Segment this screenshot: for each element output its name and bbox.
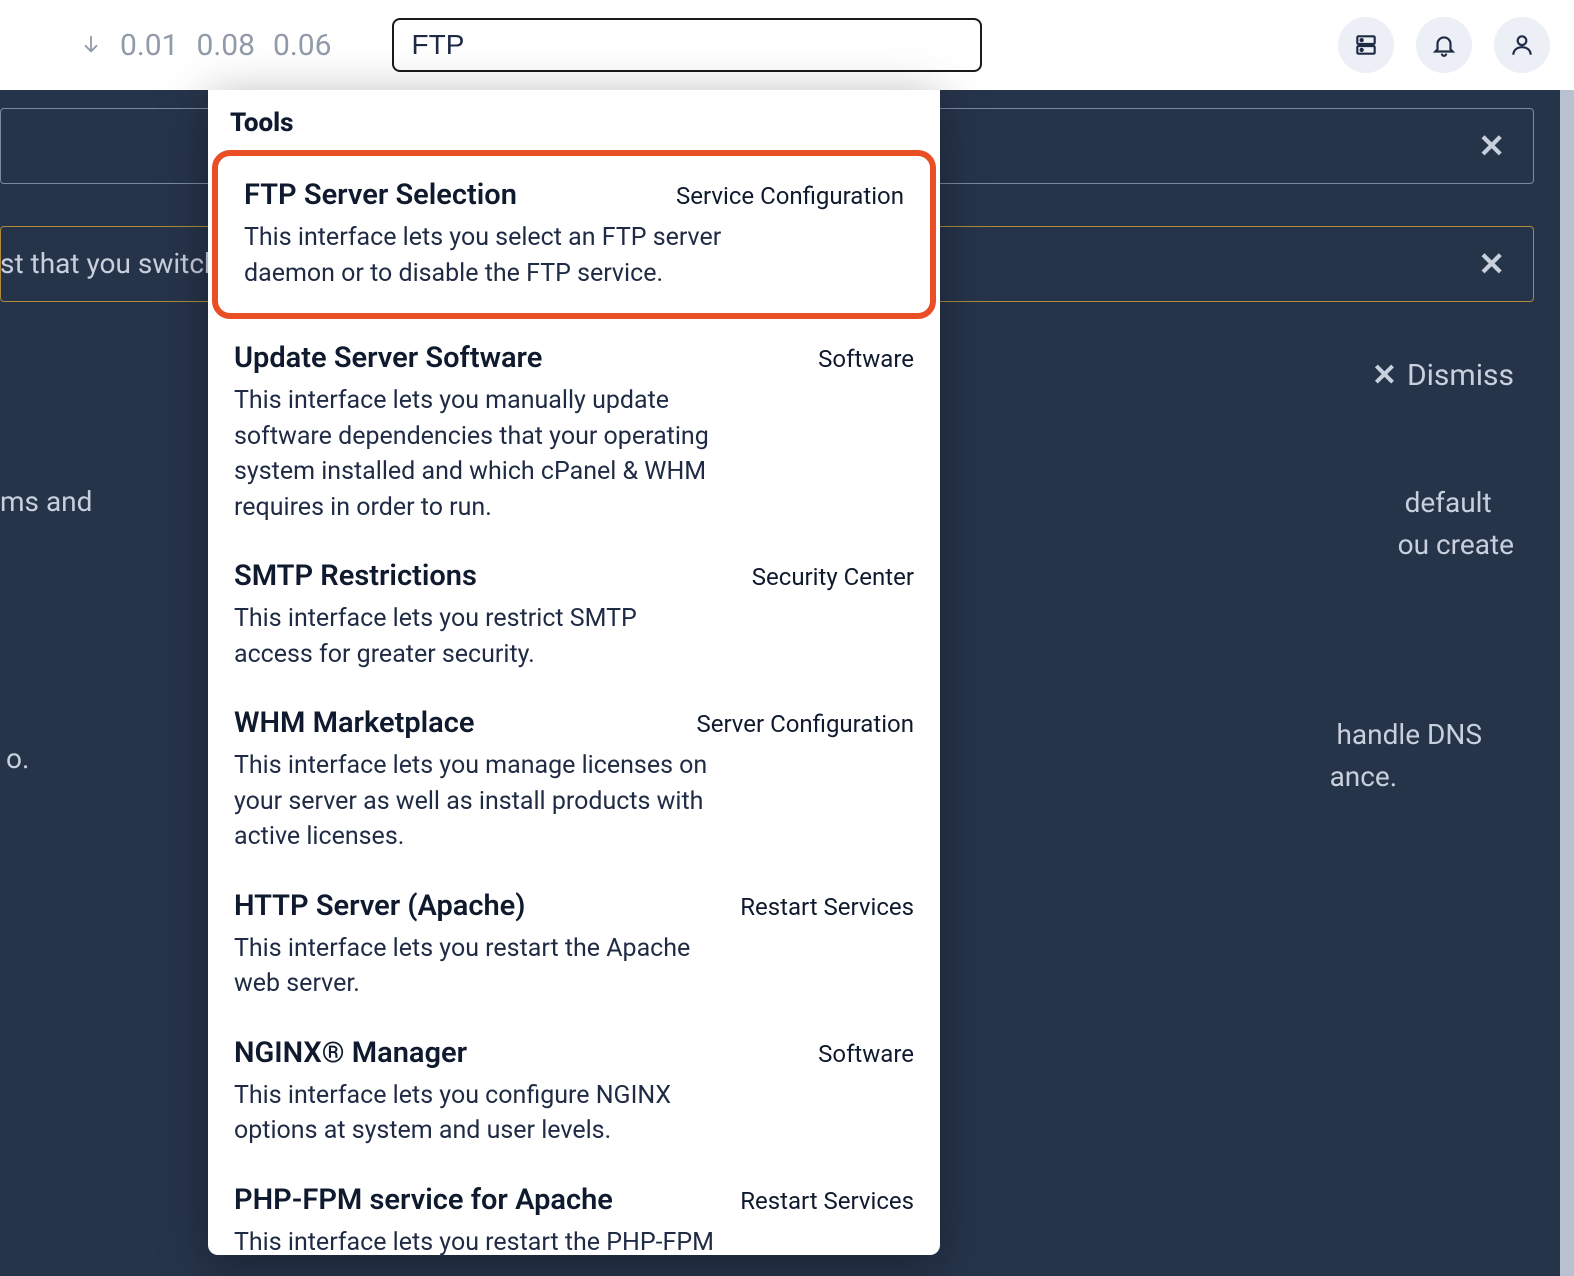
system-load: 0.01 0.08 0.06 — [80, 28, 332, 63]
result-smtp-restrictions[interactable]: SMTP Restrictions Security Center This i… — [208, 543, 940, 690]
result-category: Restart Services — [740, 1187, 914, 1215]
load-value-3: 0.06 — [273, 28, 332, 63]
result-whm-marketplace[interactable]: WHM Marketplace Server Configuration Thi… — [208, 690, 940, 873]
bg-text-fragment: ms and — [0, 485, 92, 518]
result-title: HTTP Server (Apache) — [234, 889, 720, 923]
result-category: Server Configuration — [696, 710, 914, 738]
result-nginx-manager[interactable]: NGINX® Manager Software This interface l… — [208, 1020, 940, 1167]
result-title: Update Server Software — [234, 341, 798, 375]
result-php-fpm-apache[interactable]: PHP-FPM service for Apache Restart Servi… — [208, 1167, 940, 1256]
scrollbar[interactable] — [1560, 90, 1574, 1276]
server-icon[interactable] — [1338, 17, 1394, 73]
arrow-down-icon — [80, 28, 102, 63]
load-value-2: 0.08 — [197, 28, 256, 63]
result-description: This interface lets you restart the Apac… — [234, 931, 714, 1002]
result-title: SMTP Restrictions — [234, 559, 732, 593]
bell-icon[interactable] — [1416, 17, 1472, 73]
result-category: Restart Services — [740, 893, 914, 921]
result-category: Service Configuration — [676, 182, 904, 210]
user-icon[interactable] — [1494, 17, 1550, 73]
result-description: This interface lets you restrict SMTP ac… — [234, 601, 714, 672]
result-title: FTP Server Selection — [244, 178, 656, 212]
result-title: WHM Marketplace — [234, 706, 676, 740]
result-ftp-server-selection[interactable]: FTP Server Selection Service Configurati… — [212, 150, 936, 319]
bg-text-fragment: o. — [6, 742, 29, 775]
search-results-dropdown: Tools FTP Server Selection Service Confi… — [208, 90, 940, 1255]
bg-text-fragment: handle DNS ance. — [1330, 714, 1482, 798]
bg-text-fragment: default ou create — [1398, 482, 1514, 566]
result-description: This interface lets you manage licenses … — [234, 748, 714, 855]
result-title: PHP-FPM service for Apache — [234, 1183, 720, 1217]
result-category: Software — [818, 1040, 914, 1068]
top-icon-group — [1338, 17, 1550, 73]
result-description: This interface lets you manually update … — [234, 383, 714, 525]
result-description: This interface lets you select an FTP se… — [244, 220, 724, 291]
result-category: Security Center — [752, 563, 914, 591]
search-input[interactable] — [392, 18, 982, 72]
result-title: NGINX® Manager — [234, 1036, 798, 1070]
results-section-heading: Tools — [208, 108, 940, 150]
result-update-server-software[interactable]: Update Server Software Software This int… — [208, 325, 940, 543]
result-description: This interface lets you restart the PHP-… — [234, 1225, 714, 1256]
result-description: This interface lets you configure NGINX … — [234, 1078, 714, 1149]
search-container — [392, 18, 982, 72]
result-http-server-apache[interactable]: HTTP Server (Apache) Restart Services Th… — [208, 873, 940, 1020]
top-bar: 0.01 0.08 0.06 — [0, 0, 1574, 90]
result-category: Software — [818, 345, 914, 373]
load-value-1: 0.01 — [120, 28, 179, 63]
